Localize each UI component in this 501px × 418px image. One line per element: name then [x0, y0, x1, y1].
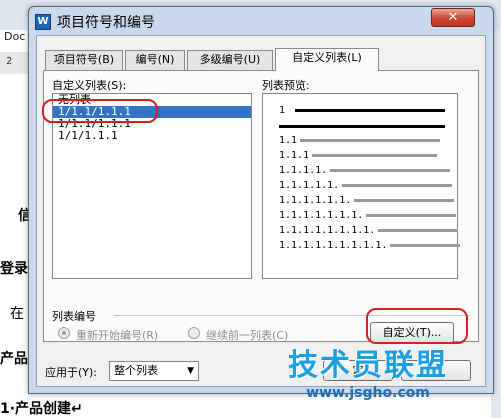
close-button[interactable]: ✕ [431, 8, 475, 27]
list-preview: 1 1.1 1.1.1 1.1.1.1. 1.1.1.1.1. 1.1.1.1.… [262, 93, 461, 279]
preview-row: 1 [279, 104, 446, 116]
preview-row: 1.1 [279, 134, 441, 146]
chevron-down-icon: ▼ [187, 366, 194, 376]
preview-row: 1.1.1.1.1. [279, 179, 453, 191]
custom-list-label: 自定义列表(S): [52, 79, 127, 92]
preview-row: 1.1.1.1.1.1.1. [279, 209, 457, 221]
restart-numbering-label: 重新开始编号(R) [76, 329, 159, 342]
list-item[interactable]: 1/1/1.1.1 [53, 130, 251, 142]
preview-row: 1.1.1.1.1.1.1.1.1. [279, 239, 461, 251]
tab-bullets[interactable]: 项目符号(B) [45, 50, 123, 70]
watermark-url: www.jsgho.com [306, 385, 430, 401]
highlight-customize-button [366, 308, 468, 344]
tab-custom-list[interactable]: 自定义列表(L) [275, 48, 379, 71]
continue-list-radio[interactable] [188, 327, 200, 339]
dialog-titlebar[interactable]: W 项目符号和编号 ✕ [29, 7, 493, 35]
preview-row: 1.1.1.1.1.1. [279, 194, 455, 206]
preview-label: 列表预览: [262, 79, 310, 92]
apply-to-select[interactable]: 整个列表 ▼ [109, 361, 199, 381]
dialog-title: 项目符号和编号 [57, 15, 155, 31]
doc-text-line: 在 [10, 306, 24, 322]
tab-numbering[interactable]: 编号(N) [125, 50, 185, 70]
continue-list-label: 继续前一列表(C) [206, 329, 289, 342]
watermark-title: 技术员联盟 [288, 348, 448, 383]
preview-row: 1.1.1.1.1.1.1.1. [279, 224, 459, 236]
wps-app-icon: W [35, 14, 51, 30]
doc-text-line: 登录 [0, 261, 28, 277]
list-numbering-group-label: 列表编号 [52, 310, 96, 323]
site-watermark: 技术员联盟 www.jsgho.com [268, 348, 468, 416]
highlight-selected-item [42, 99, 158, 123]
doc-text-line: 产品 [0, 351, 28, 367]
preview-row [279, 120, 445, 132]
preview-row: 1.1.1 [279, 149, 438, 161]
restart-numbering-radio[interactable] [58, 327, 70, 339]
tab-multilevel[interactable]: 多级编号(U) [187, 50, 273, 70]
preview-row: 1.1.1.1. [279, 164, 451, 176]
apply-to-label: 应用于(Y): [45, 366, 98, 379]
background-doc-tab[interactable]: Doc [4, 30, 25, 43]
doc-text-line: 1·产品创建↵ [0, 401, 83, 417]
background-ruler: 2 [0, 52, 30, 74]
